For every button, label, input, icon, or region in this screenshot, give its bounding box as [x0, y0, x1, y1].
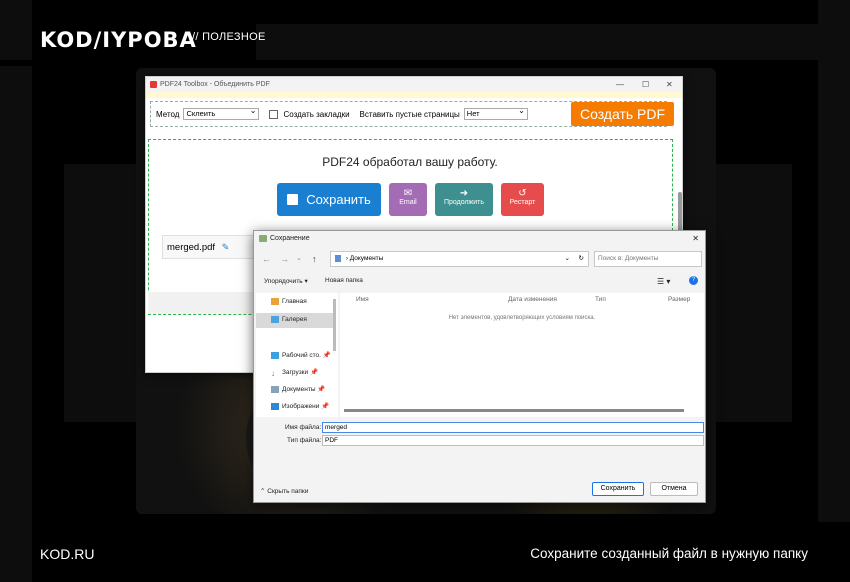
- nav-item-gallery[interactable]: Галерея: [271, 316, 307, 323]
- result-file-name: merged.pdf: [167, 242, 216, 253]
- save-result-label: Сохранить: [306, 192, 371, 207]
- dialog-cancel-button[interactable]: Отмена: [650, 482, 698, 496]
- address-bar[interactable]: › Документы ⌄ ↻: [330, 251, 589, 267]
- filetype-label: Тип файла:: [287, 437, 322, 444]
- hide-folders-toggle[interactable]: ⌃ Скрыть папки: [260, 487, 308, 495]
- column-size[interactable]: Размер: [668, 296, 690, 303]
- scrollbar-thumb[interactable]: [678, 192, 682, 232]
- restart-label: Рестарт: [509, 199, 536, 206]
- floppy-icon: [287, 194, 299, 205]
- refresh-icon[interactable]: ↻: [579, 252, 584, 266]
- path-separator-icon: ›: [345, 255, 348, 262]
- nav-item-home[interactable]: Главная: [271, 298, 307, 305]
- method-select[interactable]: Склеить: [183, 106, 260, 120]
- desktop-icon: [271, 351, 279, 359]
- footer-strip: [148, 292, 258, 314]
- arrow-right-icon: ➜: [459, 188, 469, 199]
- blank-pages-label: Вставить пустые страницы: [359, 109, 460, 119]
- pencil-icon[interactable]: ✎: [222, 242, 230, 252]
- dialog-titlebar: Сохранение ✕: [254, 231, 705, 246]
- column-date[interactable]: Дата изменения: [508, 296, 557, 303]
- help-icon[interactable]: ?: [689, 276, 698, 285]
- filename-input[interactable]: merged: [322, 422, 704, 433]
- filename-label: Имя файла:: [285, 424, 322, 431]
- home-icon: [271, 298, 279, 305]
- empty-message: Нет элементов, удовлетворяющих условиям …: [448, 315, 596, 321]
- view-options-icon[interactable]: ☰ ▾: [657, 277, 670, 286]
- create-pdf-button[interactable]: Создать PDF: [571, 102, 674, 126]
- continue-button[interactable]: ➜ Продолжить: [435, 183, 493, 216]
- email-label: Email: [399, 199, 417, 206]
- site-link[interactable]: KOD.RU: [40, 546, 94, 562]
- recent-chevron-icon[interactable]: ⌄: [296, 254, 302, 262]
- documents-icon: [271, 385, 279, 393]
- bookmarks-checkbox[interactable]: [269, 109, 279, 119]
- horizontal-scrollbar[interactable]: [344, 409, 684, 412]
- pdf24-app-icon: [150, 81, 157, 88]
- save-dialog: Сохранение ✕ ← → ⌄ ↑ › Документы ⌄ ↻ Пои…: [253, 230, 706, 503]
- address-path: Документы: [349, 255, 384, 262]
- minimize-icon[interactable]: —: [616, 77, 624, 92]
- undo-icon: ↺: [518, 188, 527, 199]
- column-type[interactable]: Тип: [595, 296, 606, 303]
- address-dropdown-icon[interactable]: ⌄: [565, 252, 570, 266]
- method-label: Метод: [156, 109, 180, 119]
- organize-menu[interactable]: Упорядочить ▾: [264, 277, 308, 285]
- notification-bar: [146, 92, 682, 98]
- mail-icon: ✉: [403, 188, 413, 199]
- close-icon[interactable]: ✕: [666, 77, 673, 92]
- bookmarks-label: Создать закладки: [283, 109, 350, 119]
- new-folder-button[interactable]: Новая папка: [325, 277, 363, 284]
- search-input[interactable]: Поиск в: Документы: [594, 251, 702, 267]
- navigation-pane: Главная Галерея Рабочий сто. 📌 ↓ Загрузки…: [256, 293, 338, 417]
- restart-button[interactable]: ↺ Рестарт: [501, 183, 544, 216]
- section-label: // ПОЛЕЗНОЕ: [192, 31, 266, 43]
- forward-arrow-icon[interactable]: →: [280, 254, 289, 264]
- pdf24-title: PDF24 Toolbox - Объединить PDF: [160, 81, 270, 88]
- maximize-icon[interactable]: ☐: [642, 77, 649, 92]
- file-list: Имя Дата изменения Тип Размер Нет элемен…: [340, 293, 704, 417]
- continue-label: Продолжить: [443, 199, 485, 206]
- pdf24-titlebar: PDF24 Toolbox - Объединить PDF — ☐ ✕: [146, 77, 682, 92]
- folder-icon: [335, 254, 341, 262]
- dialog-title: Сохранение: [270, 235, 310, 242]
- kod-logo: KOD/IYPOBA: [40, 28, 197, 52]
- gallery-icon: [271, 316, 279, 323]
- nav-item-desktop[interactable]: Рабочий сто. 📌: [271, 351, 331, 359]
- dialog-app-icon: [259, 235, 267, 242]
- blank-pages-select[interactable]: Нет: [463, 106, 528, 120]
- dialog-save-button[interactable]: Сохранить: [592, 482, 644, 496]
- up-arrow-icon[interactable]: ↑: [312, 254, 317, 264]
- email-button[interactable]: ✉ Email: [389, 183, 427, 216]
- nav-scrollbar[interactable]: [333, 299, 336, 351]
- nav-item-pictures[interactable]: Изображени 📌: [271, 402, 329, 410]
- download-icon: ↓: [271, 368, 275, 378]
- caption: Сохраните созданный файл в нужную папку: [530, 546, 808, 561]
- nav-item-documents[interactable]: Документы 📌: [271, 385, 325, 393]
- column-name[interactable]: Имя: [356, 296, 369, 303]
- pictures-icon: [271, 402, 279, 410]
- back-arrow-icon[interactable]: ←: [262, 254, 271, 264]
- save-result-button[interactable]: Сохранить: [277, 183, 381, 216]
- dialog-close-icon[interactable]: ✕: [692, 231, 699, 246]
- chevron-up-icon: ⌃: [260, 488, 266, 495]
- filetype-select[interactable]: PDF: [322, 435, 704, 446]
- done-message: PDF24 обработал вашу работу.: [322, 155, 498, 169]
- nav-item-downloads[interactable]: ↓ Загрузки 📌: [271, 368, 318, 378]
